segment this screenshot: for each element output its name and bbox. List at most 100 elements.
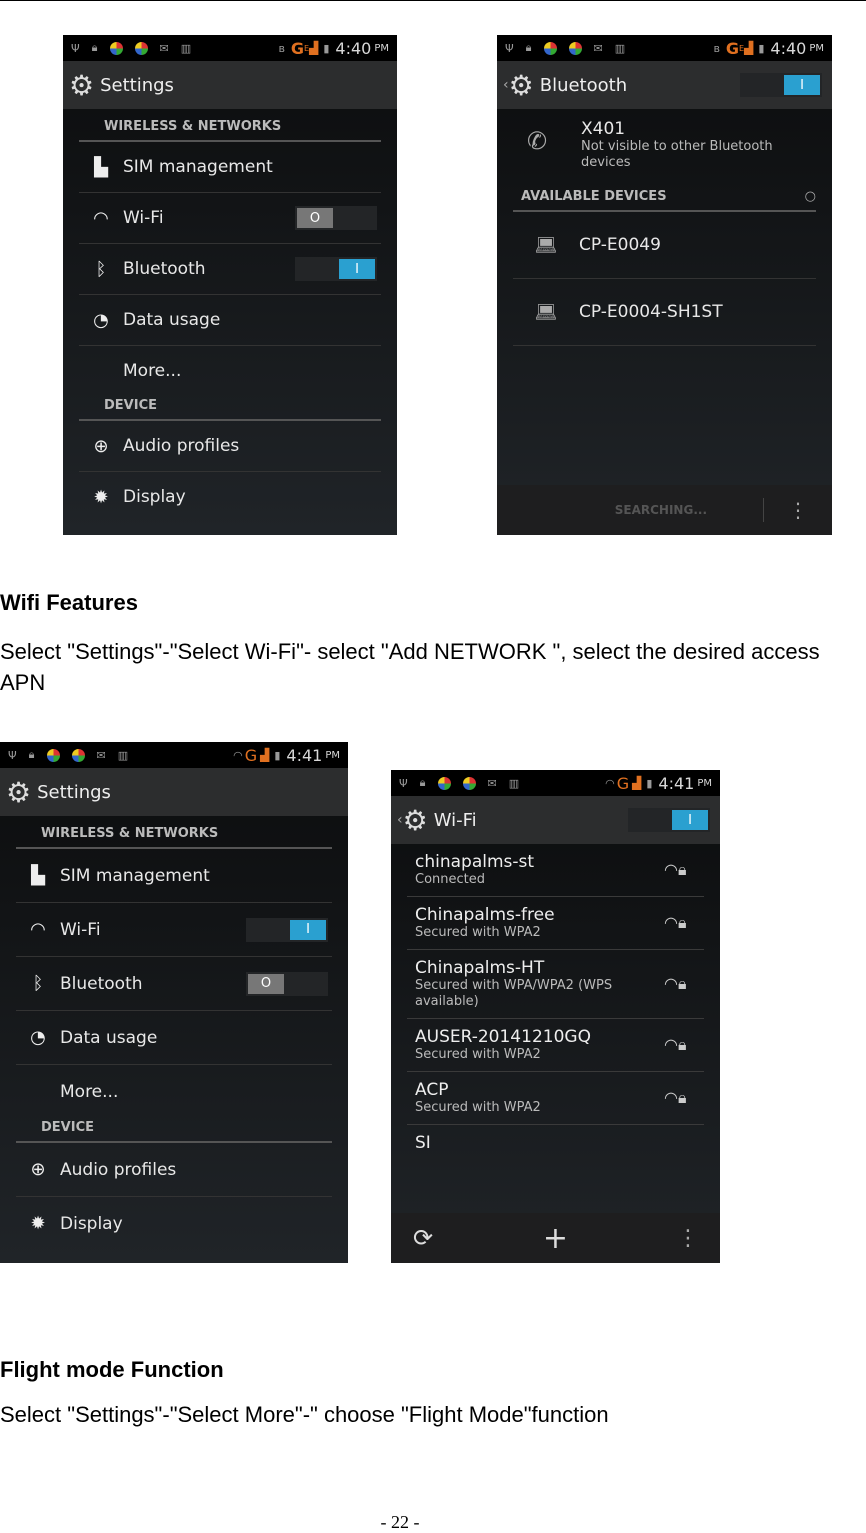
page-title: Settings bbox=[100, 74, 174, 96]
settings-item-more[interactable]: More... bbox=[79, 346, 381, 396]
bluetooth-icon: ᛒ bbox=[32, 973, 44, 994]
item-label: SIM management bbox=[123, 157, 273, 177]
section-header: DEVICE bbox=[16, 1118, 332, 1143]
mail-icon: ✉ bbox=[487, 776, 497, 790]
screenshot-bluetooth: Ψ 🔒︎ ✉ ▥ ʙ GE ▟ ▮ 4:40 PM ‹ ⚙ Bluetooth I… bbox=[497, 35, 832, 535]
usb-icon: Ψ bbox=[71, 41, 80, 55]
settings-item-more[interactable]: More... bbox=[16, 1065, 332, 1118]
app-swirl-icon bbox=[46, 748, 60, 762]
overflow-menu-icon[interactable]: ⋮ bbox=[764, 498, 832, 522]
clock: 4:41 bbox=[286, 745, 323, 765]
item-label: More... bbox=[123, 361, 182, 381]
device-row[interactable]: 💻︎ CP-E0004-SH1ST bbox=[513, 279, 816, 346]
item-label: Bluetooth bbox=[123, 259, 206, 279]
settings-item-data-usage[interactable]: ◔ Data usage bbox=[16, 1011, 332, 1065]
barcode-icon: ▥ bbox=[614, 41, 626, 55]
wifi-icon: ◠ bbox=[30, 919, 46, 940]
device-visibility-status: Not visible to other Bluetooth devices bbox=[581, 139, 773, 170]
item-label: Display bbox=[60, 1213, 123, 1234]
wifi-master-toggle[interactable]: I bbox=[628, 808, 710, 832]
item-label: Bluetooth bbox=[60, 973, 143, 994]
app-swirl-icon bbox=[568, 41, 582, 55]
this-device[interactable]: ✆ X401 Not visible to other Bluetooth de… bbox=[497, 109, 832, 179]
network-name: ACP bbox=[415, 1080, 449, 1100]
item-label: SIM management bbox=[60, 865, 210, 886]
flight-mode-heading: Flight mode Function bbox=[0, 1357, 224, 1382]
battery-icon: ▮ bbox=[646, 776, 653, 790]
action-bar: ‹ ⚙ Bluetooth I bbox=[497, 61, 832, 109]
overflow-menu-icon[interactable]: ⋮ bbox=[656, 1226, 720, 1251]
signal-icon: ▟ bbox=[309, 41, 319, 55]
settings-item-data-usage[interactable]: ◔ Data usage bbox=[79, 295, 381, 346]
settings-item-audio-profiles[interactable]: ⊕ Audio profiles bbox=[16, 1143, 332, 1197]
settings-gear-icon: ⚙ bbox=[508, 68, 534, 102]
network-name: chinapalms-st bbox=[415, 852, 535, 872]
settings-item-sim[interactable]: ▙ SIM management bbox=[16, 849, 332, 903]
settings-gear-icon: ⚙ bbox=[6, 775, 32, 809]
wifi-network-row[interactable]: Chinapalms-free Secured with WPA2 ◠🔒︎ bbox=[407, 897, 704, 950]
wifi-toggle[interactable]: I bbox=[246, 917, 328, 942]
bluetooth-toggle[interactable]: I bbox=[295, 257, 377, 281]
settings-item-wifi[interactable]: ◠ Wi-Fi I bbox=[16, 903, 332, 957]
settings-item-wifi[interactable]: ◠ Wi-Fi O bbox=[79, 193, 381, 244]
network-type: G bbox=[616, 773, 630, 793]
network-type: G bbox=[725, 38, 740, 58]
wifi-network-row[interactable]: chinapalms-st Connected ◠🔒︎ bbox=[407, 844, 704, 897]
page-title: Settings bbox=[37, 781, 111, 803]
wifi-network-row[interactable]: AUSER-20141210GQ Secured with WPA2 ◠🔒︎ bbox=[407, 1019, 704, 1072]
page-title: Wi-Fi bbox=[433, 809, 477, 831]
status-bar: Ψ 🔒︎ ✉ ▥ ʙ GE ▟ ▮ 4:40 PM bbox=[497, 35, 832, 61]
barcode-icon: ▥ bbox=[508, 776, 520, 790]
app-swirl-icon bbox=[462, 776, 476, 790]
wifi-lock-icon: ◠🔒︎ bbox=[664, 1088, 687, 1107]
wifi-network-row[interactable]: ACP Secured with WPA2 ◠🔒︎ bbox=[407, 1072, 704, 1125]
scanning-spinner-icon: ○ bbox=[804, 189, 816, 204]
device-name: CP-E0049 bbox=[579, 235, 661, 255]
network-status: Secured with WPA2 bbox=[415, 925, 541, 940]
settings-item-bluetooth[interactable]: ᛒ Bluetooth O bbox=[16, 957, 332, 1011]
searching-button[interactable]: SEARCHING... bbox=[497, 503, 763, 517]
signal-icon: ▟ bbox=[260, 748, 270, 762]
screenshot-settings-2: Ψ 🔒︎ ✉ ▥ ◠ G ▟ ▮ 4:41 PM ⚙ Settings WIREL… bbox=[0, 742, 348, 1263]
bluetooth-toggle[interactable]: O bbox=[246, 971, 328, 996]
clock-ampm: PM bbox=[325, 749, 340, 761]
bottom-action-bar: SEARCHING... ⋮ bbox=[497, 485, 832, 535]
wifi-lock-icon: ◠🔒︎ bbox=[664, 974, 687, 993]
app-swirl-icon bbox=[543, 41, 557, 55]
app-swirl-icon bbox=[134, 41, 148, 55]
action-bar: ⚙ Settings bbox=[63, 61, 397, 109]
wifi-network-row[interactable]: SI bbox=[407, 1125, 704, 1161]
wifi-heading: Wifi Features bbox=[0, 590, 138, 615]
add-network-plus-icon[interactable]: + bbox=[455, 1221, 656, 1256]
settings-item-display[interactable]: ✹ Display bbox=[16, 1197, 332, 1250]
barcode-icon: ▥ bbox=[117, 748, 129, 762]
section-header-label: AVAILABLE DEVICES bbox=[521, 189, 667, 204]
wifi-network-row[interactable]: Chinapalms-HT Secured with WPA/WPA2 (WPS … bbox=[407, 950, 704, 1019]
wifi-toggle[interactable]: O bbox=[295, 206, 377, 230]
wifi-instructions: Select "Settings"-"Select Wi-Fi"- select… bbox=[0, 639, 820, 695]
wifi-icon: ◠ bbox=[93, 207, 109, 229]
settings-item-audio-profiles[interactable]: ⊕ Audio profiles bbox=[79, 421, 381, 472]
device-row[interactable]: 💻︎ CP-E0049 bbox=[513, 212, 816, 279]
settings-item-sim[interactable]: ▙ SIM management bbox=[79, 142, 381, 193]
battery-icon: ▮ bbox=[758, 41, 765, 55]
mail-icon: ✉ bbox=[96, 748, 106, 762]
app-swirl-icon bbox=[71, 748, 85, 762]
display-icon: ✹ bbox=[93, 486, 109, 508]
mail-icon: ✉ bbox=[159, 41, 169, 55]
bluetooth-icon: ᛒ bbox=[95, 258, 107, 280]
clock-ampm: PM bbox=[374, 42, 389, 54]
settings-item-bluetooth[interactable]: ᛒ Bluetooth I bbox=[79, 244, 381, 295]
page-title: Bluetooth bbox=[539, 74, 628, 96]
wps-refresh-icon[interactable]: ⟳ bbox=[391, 1224, 455, 1252]
wifi-lock-icon: ◠🔒︎ bbox=[664, 1035, 687, 1054]
screenshot-settings-1: Ψ 🔒︎ ✉ ▥ ʙ GE ▟ ▮ 4:40 PM ⚙ Settings WIRE… bbox=[63, 35, 397, 535]
audio-profiles-icon: ⊕ bbox=[93, 435, 109, 457]
available-devices-header: AVAILABLE DEVICES ○ bbox=[513, 179, 816, 212]
item-label: Display bbox=[123, 487, 186, 507]
settings-item-display[interactable]: ✹ Display bbox=[79, 472, 381, 522]
bluetooth-master-toggle[interactable]: I bbox=[740, 73, 822, 97]
data-usage-icon: ◔ bbox=[30, 1027, 46, 1048]
item-label: Data usage bbox=[60, 1027, 158, 1048]
wifi-status-icon: ◠ bbox=[605, 776, 615, 790]
